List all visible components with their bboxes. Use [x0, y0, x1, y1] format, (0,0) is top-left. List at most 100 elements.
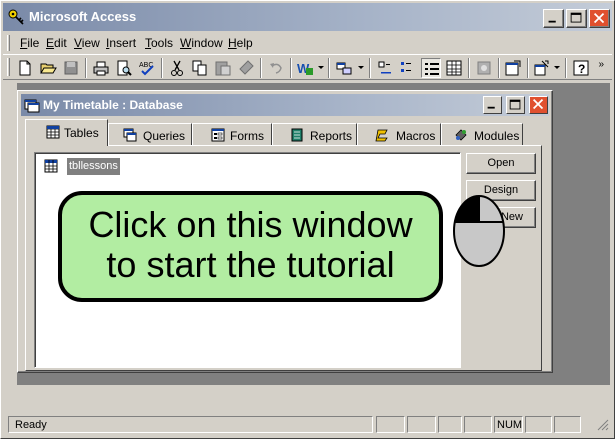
toolbar-overflow-chevron[interactable]: »	[598, 59, 604, 70]
toolbar-separator	[290, 58, 292, 78]
undo-button[interactable]	[266, 58, 286, 78]
status-panel	[525, 416, 552, 433]
tab-label: Macros	[396, 129, 436, 143]
minimize-icon	[548, 20, 556, 23]
tab-reports[interactable]: Reports	[272, 123, 357, 145]
maximize-icon	[509, 99, 521, 110]
tab-forms[interactable]: Forms	[192, 123, 272, 145]
maximize-button[interactable]	[566, 9, 587, 28]
title-bar[interactable]: Microsoft Access	[3, 3, 612, 31]
save-icon	[64, 61, 78, 75]
office-links-button[interactable]: W	[295, 58, 315, 78]
paste-button[interactable]	[213, 58, 233, 78]
database-window-title-bar[interactable]: My Timetable : Database	[21, 94, 549, 116]
toolbar-grip[interactable]	[7, 58, 10, 76]
toolbar-separator	[260, 58, 262, 78]
print-preview-icon	[117, 60, 132, 76]
tab-macros[interactable]: Macros	[357, 123, 441, 145]
database-window-icon	[24, 99, 40, 113]
tutorial-line-1: Click on this window	[88, 204, 413, 245]
menu-window[interactable]: Window	[180, 36, 223, 50]
database-window-title: My Timetable : Database	[43, 98, 183, 112]
toolbar-separator	[498, 58, 500, 78]
tab-queries[interactable]: Queries	[108, 123, 192, 145]
minimize-icon	[487, 106, 495, 109]
print-icon	[93, 61, 109, 76]
paste-icon	[215, 61, 231, 76]
modules-icon	[455, 129, 467, 141]
new-button[interactable]	[15, 58, 35, 78]
cut-button[interactable]	[167, 58, 187, 78]
tab-label: Reports	[310, 129, 353, 143]
maximize-icon	[570, 12, 582, 23]
status-bar: Ready NUM	[3, 413, 612, 437]
list-button[interactable]	[421, 58, 441, 78]
tab-label: Forms	[230, 129, 264, 143]
tab-modules[interactable]: Modules	[441, 123, 523, 145]
undo-icon	[270, 63, 282, 74]
reports-icon	[291, 128, 303, 142]
analyze-button[interactable]	[334, 58, 354, 78]
tab-label: Tables	[64, 126, 99, 140]
large-icons-button[interactable]	[375, 58, 395, 78]
key-icon	[8, 9, 24, 25]
menu-grip[interactable]	[7, 35, 10, 51]
office-links-icon: W	[297, 61, 313, 76]
spelling-button[interactable]: ABC	[137, 58, 157, 78]
close-button[interactable]	[589, 9, 610, 28]
svg-text:?: ?	[578, 62, 585, 76]
open-button[interactable]	[38, 58, 58, 78]
details-button[interactable]	[444, 58, 464, 78]
menu-help[interactable]: Help	[228, 36, 253, 50]
menu-insert[interactable]: Insert	[106, 36, 136, 50]
list-icon	[425, 63, 439, 75]
open-icon	[40, 63, 57, 74]
help-button[interactable]: ?	[571, 58, 591, 78]
table-icon	[44, 159, 58, 173]
tab-label: Queries	[143, 129, 186, 143]
new-object-button[interactable]	[532, 58, 552, 78]
status-panel	[554, 416, 581, 433]
toolbar-separator	[565, 58, 567, 78]
print-button[interactable]	[91, 58, 111, 78]
code-icon	[477, 61, 491, 75]
small-icons-button[interactable]	[398, 58, 418, 78]
minimize-button[interactable]	[543, 9, 564, 28]
forms-icon	[211, 128, 225, 142]
code-button[interactable]	[474, 58, 494, 78]
resize-grip-icon[interactable]	[597, 419, 609, 431]
database-maximize-button[interactable]	[506, 96, 525, 114]
print-preview-button[interactable]	[114, 58, 134, 78]
chevron-down-icon[interactable]	[554, 65, 561, 71]
format-painter-button[interactable]	[236, 58, 256, 78]
queries-icon	[123, 128, 137, 142]
save-button[interactable]	[61, 58, 81, 78]
toolbar-separator	[468, 58, 470, 78]
mouse-left-click-icon	[453, 195, 505, 267]
chevron-down-icon[interactable]	[358, 65, 365, 71]
analyze-icon	[336, 62, 352, 75]
menu-file[interactable]: File	[20, 36, 39, 50]
tab-tables[interactable]: Tables	[25, 119, 108, 146]
properties-button[interactable]	[503, 58, 523, 78]
open-button[interactable]: Open	[466, 153, 536, 174]
status-panel	[376, 416, 405, 433]
details-icon	[446, 60, 462, 76]
database-minimize-button[interactable]	[483, 96, 502, 114]
status-panel	[407, 416, 436, 433]
menu-view[interactable]: View	[74, 36, 100, 50]
cut-icon	[171, 60, 183, 76]
status-panel	[464, 416, 492, 433]
menu-edit[interactable]: Edit	[46, 36, 67, 50]
close-icon	[532, 99, 544, 110]
toolbar-separator	[369, 58, 371, 78]
menu-tools[interactable]: Tools	[145, 36, 173, 50]
chevron-down-icon[interactable]	[318, 65, 325, 71]
toolbar-separator	[328, 58, 330, 78]
copy-button[interactable]	[190, 58, 210, 78]
database-close-button[interactable]	[529, 96, 548, 114]
macros-icon	[375, 129, 388, 142]
tutorial-callout[interactable]: Click on this window to start the tutori…	[58, 191, 443, 302]
toolbar-separator	[527, 58, 529, 78]
object-name: tbllessons	[67, 158, 120, 175]
